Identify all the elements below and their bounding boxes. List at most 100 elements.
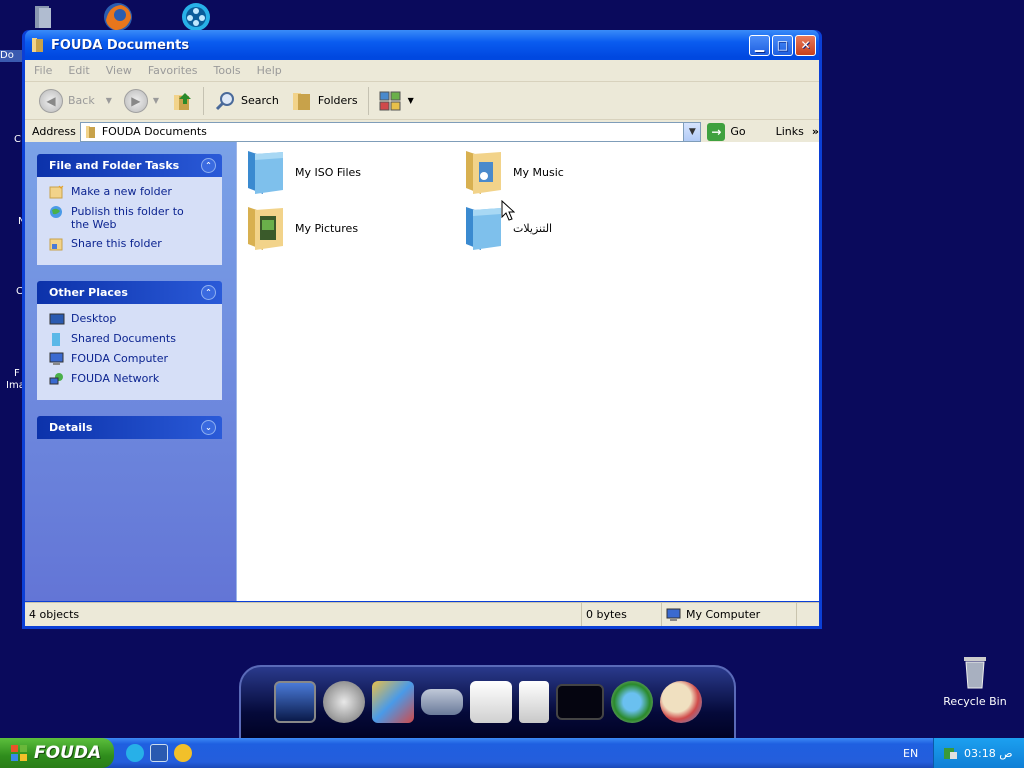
chevron-down-icon: ▼ [407,96,414,105]
chevron-down-icon: ▼ [152,96,160,105]
folder-label: My ISO Files [295,165,362,179]
collapse-icon[interactable]: ⌃ [201,158,216,173]
start-button[interactable]: FOUDA [0,738,114,768]
menu-view[interactable]: View [106,64,132,77]
minimize-icon: ▁ [754,38,765,52]
firefox-icon [104,3,132,31]
task-share-folder[interactable]: Share this folder [49,237,212,251]
shared-documents-icon [52,333,60,346]
desktop-icon-recycle-bin[interactable]: Recycle Bin [940,655,1010,708]
window-content: File and Folder Tasks ⌃ Make a new folde… [25,142,819,601]
other-places-header[interactable]: Other Places ⌃ [37,281,222,304]
dock-photos-icon[interactable] [371,681,414,723]
globe-icon [50,206,62,218]
panel-title: File and Folder Tasks [49,159,180,172]
close-button[interactable]: ✕ [795,34,816,56]
task-pane: File and Folder Tasks ⌃ Make a new folde… [25,142,236,601]
folder-music-icon [466,151,501,194]
details-header[interactable]: Details ⌄ [37,416,222,439]
file-list: My ISO Files My Music My Pictures التنزي… [236,142,819,601]
maximize-button[interactable]: □ [772,34,793,56]
task-make-new-folder[interactable]: Make a new folder [49,185,212,199]
safely-remove-hardware-icon[interactable] [942,745,958,761]
toolbar-separator [203,86,205,115]
menu-file[interactable]: File [34,64,52,77]
language-indicator[interactable]: EN [903,747,918,760]
place-shared-documents[interactable]: Shared Documents [49,332,212,346]
menu-help[interactable]: Help [257,64,282,77]
status-size: 0 bytes [582,603,662,626]
chevron-down-icon: ▼ [688,126,696,137]
folder-blue-icon [248,151,283,194]
desktop-icon-documents[interactable] [24,4,64,33]
clock[interactable]: 03:18 ص [964,747,1013,760]
quick-launch-desktop-icon[interactable] [150,744,168,762]
place-network[interactable]: FOUDA Network [49,372,212,386]
up-folder-icon [174,92,192,110]
dock-settings-gear-icon[interactable] [322,681,365,723]
panel-title: Other Places [49,286,128,299]
go-button[interactable]: → Go [707,122,746,141]
place-desktop[interactable]: Desktop [49,312,212,326]
desktop-icon [49,313,65,325]
folder-item-music[interactable]: My Music [463,148,564,196]
menu-favorites[interactable]: Favorites [148,64,198,77]
folders-label: Folders [317,94,358,107]
links-button[interactable]: Links [776,125,804,138]
dock-drive-icon[interactable] [420,689,463,715]
dock-recycle-icon[interactable] [518,681,549,723]
chevron-right-icon[interactable]: » [812,125,819,138]
search-label: Search [241,94,279,107]
recycle-bin-icon [962,655,988,689]
menu-bar: File Edit View Favorites Tools Help [25,60,819,82]
share-folder-icon [49,238,63,251]
search-button[interactable]: Search [208,86,285,116]
folder-icon [85,125,95,138]
folder-item-pictures[interactable]: My Pictures [245,204,358,252]
title-bar[interactable]: FOUDA Documents ▁ □ ✕ [25,30,819,60]
address-input[interactable]: FOUDA Documents ▼ [79,121,702,142]
menu-edit[interactable]: Edit [68,64,89,77]
dock-monitor-icon[interactable] [273,681,316,723]
window-title: FOUDA Documents [51,37,190,53]
recycle-bin-label: Recycle Bin [943,695,1007,708]
address-dropdown-button[interactable]: ▼ [683,122,701,141]
dock-display-icon[interactable] [555,684,604,720]
desktop-label-fragment: F [14,368,20,379]
minimize-button[interactable]: ▁ [749,34,770,56]
expand-icon[interactable]: ⌄ [201,420,216,435]
folders-button[interactable]: Folders [285,86,364,116]
dock-browser-icon[interactable] [610,681,653,723]
back-button[interactable]: ◀ Back ▼ [33,86,118,116]
windows-logo-icon [11,745,27,761]
back-label: Back [68,94,95,107]
standard-toolbar: ◀ Back ▼ ▶ ▼ Search Folders ▼ [25,82,819,120]
status-object-count: 4 objects [25,603,582,626]
dock-disk-icon[interactable] [469,681,512,723]
views-button[interactable]: ▼ [373,86,420,116]
back-arrow-icon: ◀ [39,88,63,113]
file-folder-tasks-panel: File and Folder Tasks ⌃ Make a new folde… [37,154,222,265]
task-publish-to-web[interactable]: Publish this folder to the Web [49,205,212,231]
taskbar: FOUDA EN 03:18 ص [0,738,1024,768]
folder-title-icon [32,38,43,52]
folders-icon [292,92,310,110]
desktop-label-fragment: Do [0,50,22,62]
panel-title: Details [49,421,93,434]
menu-tools[interactable]: Tools [214,64,241,77]
address-label: Address [32,125,76,138]
place-computer[interactable]: FOUDA Computer [49,352,212,366]
forward-button[interactable]: ▶ ▼ [118,86,165,116]
folder-item-iso[interactable]: My ISO Files [245,148,361,196]
forward-arrow-icon: ▶ [123,88,148,113]
file-folder-tasks-header[interactable]: File and Folder Tasks ⌃ [37,154,222,177]
mouse-cursor-icon [501,200,515,221]
folder-icon [35,6,51,28]
collapse-icon[interactable]: ⌃ [201,285,216,300]
quick-launch-messenger-icon[interactable] [174,744,192,762]
new-folder-icon [49,185,64,199]
film-reel-icon [182,3,210,31]
quick-launch-media-icon[interactable] [126,744,144,762]
up-folder-button[interactable] [165,86,199,116]
dock-palette-icon[interactable] [659,681,702,723]
